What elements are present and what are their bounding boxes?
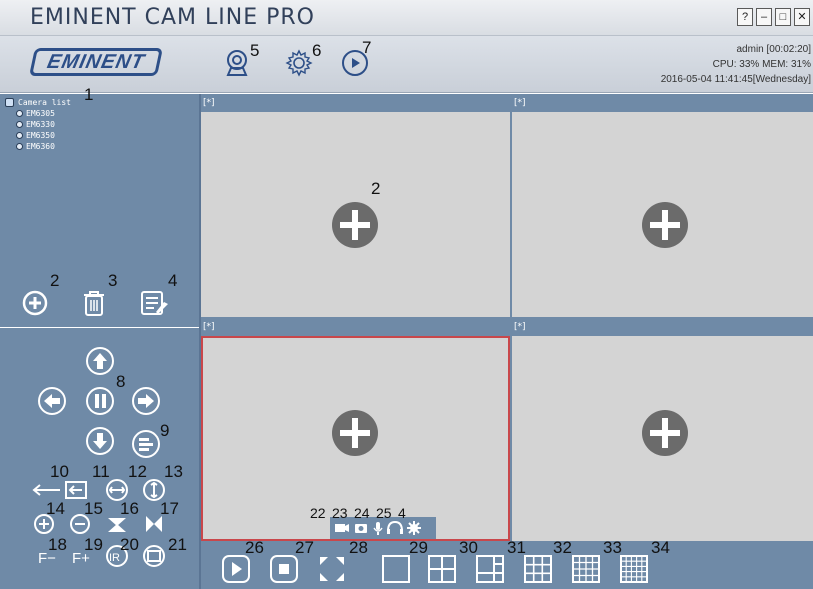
layout-9-button[interactable]	[523, 554, 553, 584]
layout-1-button[interactable]	[381, 554, 411, 584]
callout-5: 5	[250, 41, 260, 60]
stop-all-button[interactable]	[269, 554, 299, 584]
date-time: 2016-05-04 11:41:45[Wednesday]	[660, 74, 811, 85]
fullscreen-button[interactable]	[317, 554, 347, 584]
app-title: EMINENT CAM LINE PRO	[30, 5, 315, 30]
layout-4-button[interactable]	[427, 554, 457, 584]
pane-label-3: [*]	[203, 322, 215, 332]
camera-icon	[16, 143, 23, 150]
callout-24: 24	[354, 505, 370, 521]
camera-setup-icon[interactable]	[222, 48, 252, 78]
callout-25: 25	[376, 505, 392, 521]
add-camera-icon[interactable]	[22, 290, 48, 316]
callout-21: 21	[168, 535, 187, 554]
header-toolbar: EMINENT 5 6 7 admin [00:02:20] CPU: 33% …	[0, 36, 813, 93]
video-grid: [*] 2 [*] [*] [*]	[201, 94, 813, 541]
callout-28: 28	[349, 538, 368, 557]
play-all-button[interactable]	[221, 554, 251, 584]
callout-22: 22	[310, 505, 326, 521]
focus-plus-button[interactable]: F+	[72, 550, 90, 567]
callout-33: 33	[603, 538, 622, 557]
callout-26: 26	[245, 538, 264, 557]
callout-2-add: 2	[50, 271, 60, 290]
callout-31: 31	[507, 538, 526, 557]
callout-3: 3	[108, 271, 118, 290]
footer-toolbar: 26 27 28 29 30 31 32 33 34	[201, 538, 813, 589]
camera-list-panel: Camera list EM6305 EM6330 EM6350 EM6360 …	[0, 86, 199, 327]
camera-item-em6350[interactable]: EM6350	[6, 130, 71, 141]
callout-30: 30	[459, 538, 478, 557]
callout-6: 6	[312, 41, 322, 60]
cpu-mem-usage: CPU: 33% MEM: 31%	[712, 59, 811, 70]
svg-text:IR: IR	[109, 552, 120, 564]
add-stream-icon[interactable]	[332, 410, 378, 456]
system-info: admin [00:02:20] CPU: 33% MEM: 31% 2016-…	[661, 42, 811, 87]
layout-16-button[interactable]	[571, 554, 601, 584]
callout-7: 7	[362, 38, 372, 57]
callout-13: 13	[164, 462, 183, 481]
minimize-button[interactable]: –	[756, 8, 772, 26]
callout-27: 27	[295, 538, 314, 557]
camera-item-em6330[interactable]: EM6330	[6, 119, 71, 130]
callout-16: 16	[120, 499, 139, 518]
callout-2-pane: 2	[371, 179, 381, 198]
pane-label-1: [*]	[203, 98, 215, 108]
callout-8: 8	[116, 372, 126, 391]
layout-6-button[interactable]	[475, 554, 505, 584]
callout-34: 34	[651, 538, 670, 557]
video-pane-1[interactable]	[201, 112, 510, 317]
user-session: admin [00:02:20]	[736, 44, 812, 55]
video-pane-2[interactable]	[512, 112, 813, 317]
callout-12: 12	[128, 462, 147, 481]
callout-4-edit: 4	[168, 271, 178, 290]
pane-label-2: [*]	[514, 98, 526, 108]
ptz-control-panel: IR 8 9 10 11 12 13 14 15 16 17 18 19 20 …	[0, 327, 199, 589]
callout-4-pane: 4	[398, 505, 406, 521]
camera-icon	[16, 121, 23, 128]
callout-11: 11	[92, 462, 110, 481]
camera-list-icon	[5, 98, 14, 107]
callout-20: 20	[120, 535, 139, 554]
record-icon	[335, 524, 345, 532]
camera-icon	[16, 132, 23, 139]
maximize-button[interactable]: □	[775, 8, 791, 26]
add-stream-icon[interactable]	[332, 202, 378, 248]
settings-icon[interactable]	[284, 48, 314, 78]
callout-23: 23	[332, 505, 348, 521]
add-stream-icon[interactable]	[642, 202, 688, 248]
camera-list-root[interactable]: Camera list	[5, 97, 71, 108]
window-controls: ? – □ ✕	[737, 8, 810, 26]
camera-item-em6305[interactable]: EM6305	[6, 108, 71, 119]
callout-17: 17	[160, 499, 179, 518]
callout-1: 1	[84, 85, 94, 104]
delete-camera-icon[interactable]	[82, 289, 106, 317]
callout-32: 32	[553, 538, 572, 557]
callout-9: 9	[160, 421, 170, 440]
callout-15: 15	[84, 499, 103, 518]
video-pane-4[interactable]	[512, 336, 813, 541]
camera-icon	[16, 110, 23, 117]
edit-camera-icon[interactable]	[140, 290, 170, 316]
camera-tree: Camera list EM6305 EM6330 EM6350 EM6360	[5, 97, 71, 152]
layout-25-button[interactable]	[619, 554, 649, 584]
callout-29: 29	[409, 538, 428, 557]
callout-10: 10	[50, 462, 69, 481]
camera-item-em6360[interactable]: EM6360	[6, 141, 71, 152]
callout-14: 14	[46, 499, 65, 518]
add-stream-icon[interactable]	[642, 410, 688, 456]
eminent-logo: EMINENT	[29, 48, 163, 76]
help-button[interactable]: ?	[737, 8, 753, 26]
close-button[interactable]: ✕	[794, 8, 810, 26]
pane-label-4: [*]	[514, 322, 526, 332]
focus-minus-button[interactable]: F−	[38, 550, 56, 567]
title-bar: EMINENT CAM LINE PRO ? – □ ✕	[0, 0, 813, 36]
